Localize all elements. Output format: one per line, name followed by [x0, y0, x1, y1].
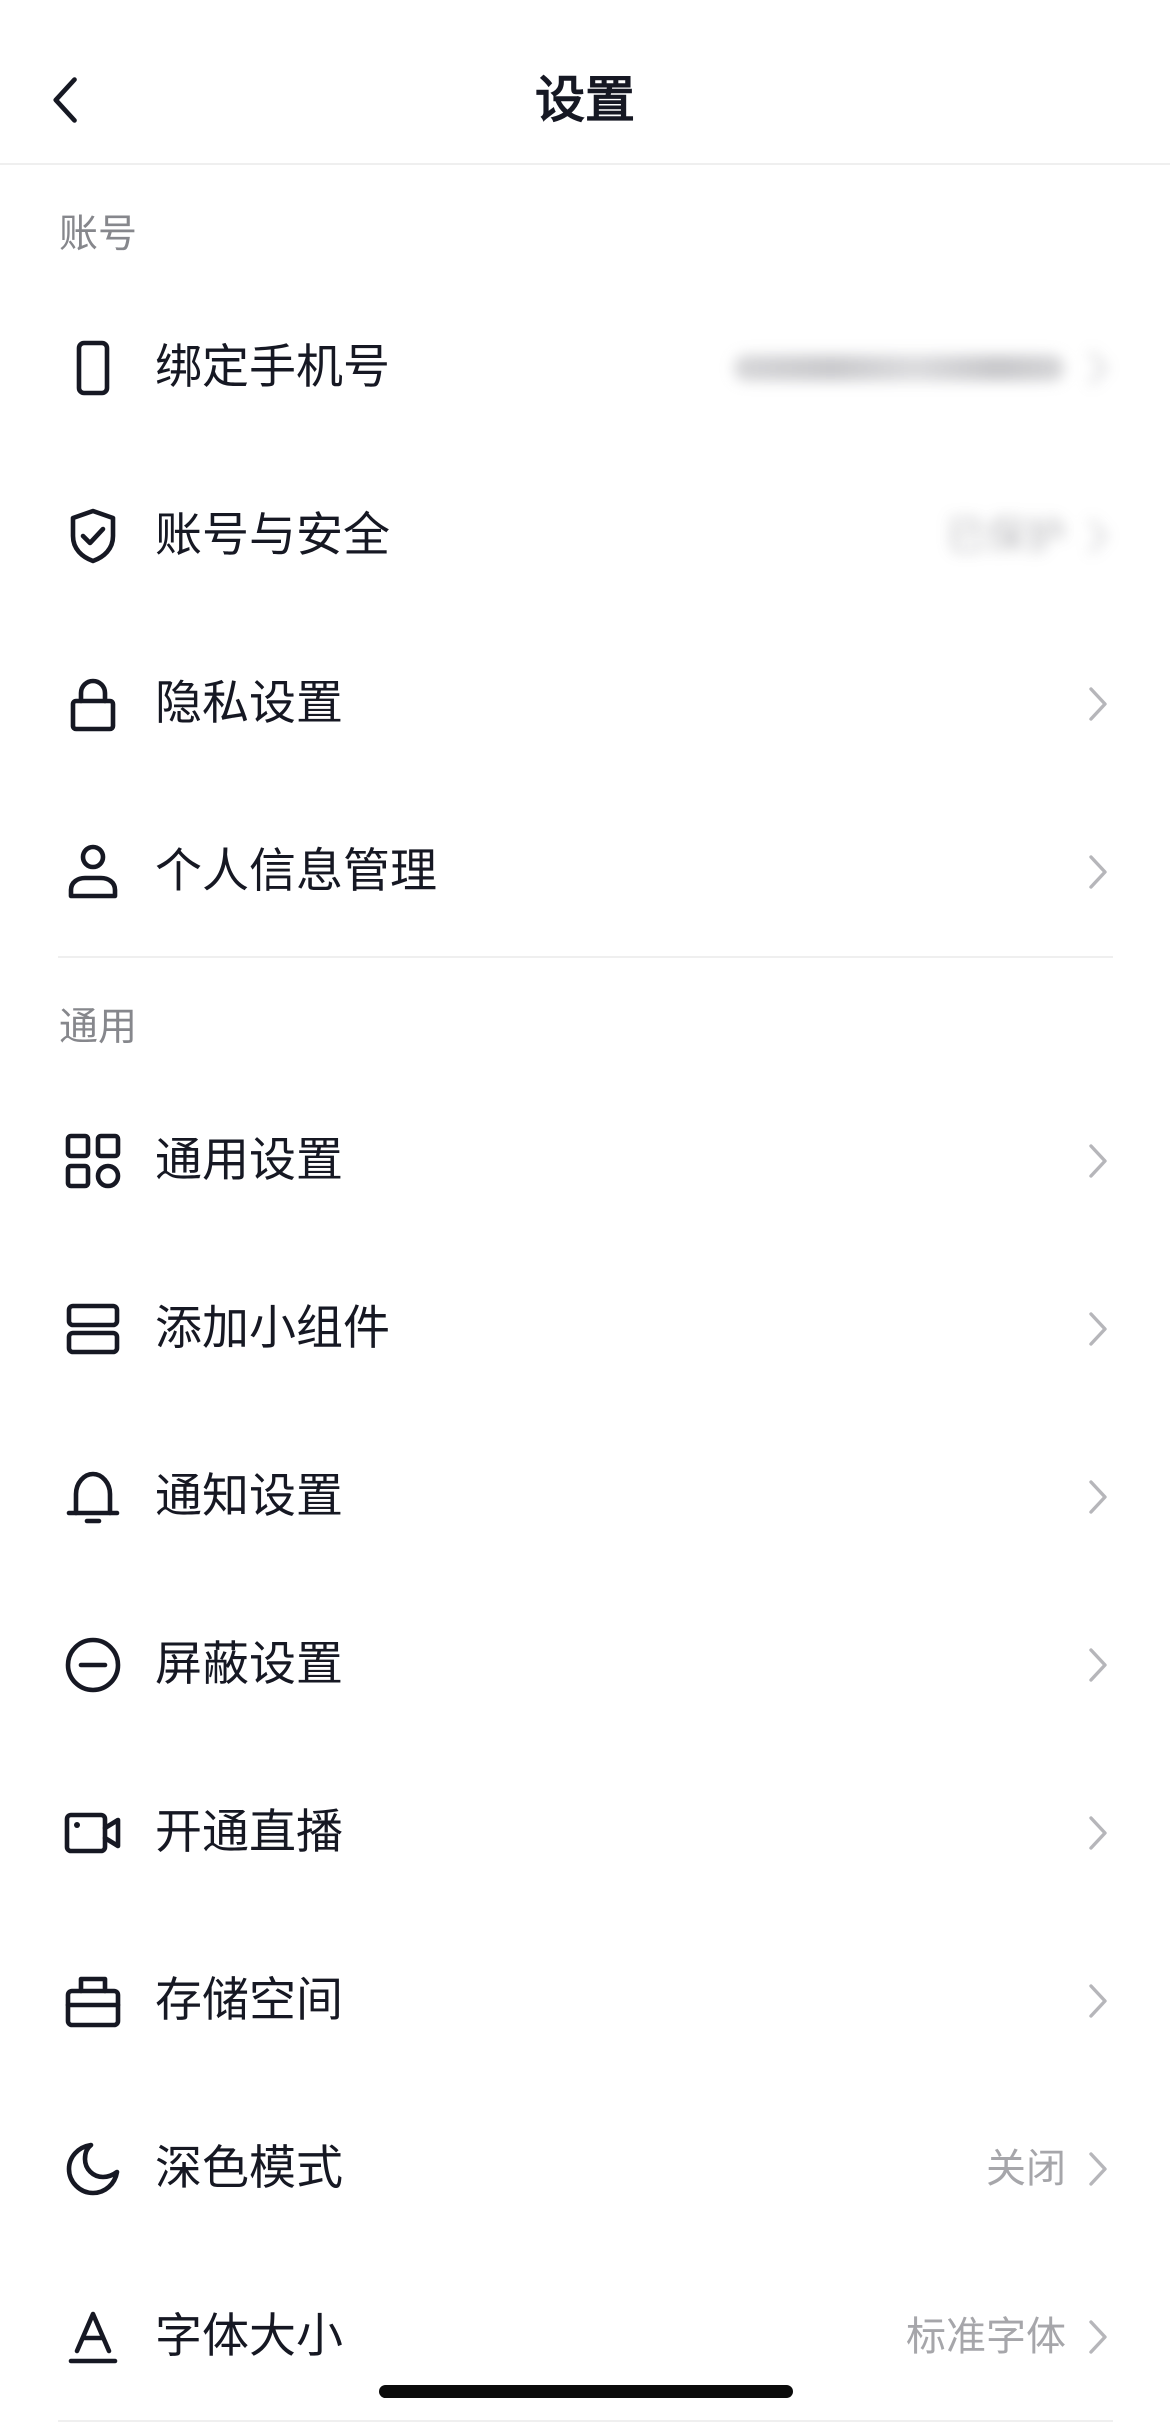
widget-icon [63, 1299, 123, 1359]
row-label: 字体大小 [155, 2309, 343, 2364]
settings-row-bind-phone[interactable]: 绑定手机号 [0, 284, 1170, 452]
settings-row-add-widget[interactable]: 添加小组件 [0, 1245, 1170, 1413]
home-indicator[interactable] [379, 2385, 793, 2398]
font-size-icon [63, 2307, 123, 2367]
row-label: 开通直播 [155, 1805, 343, 1860]
chevron-right-icon [1086, 1477, 1110, 1517]
chevron-right-icon [1086, 852, 1110, 892]
person-icon [63, 842, 123, 902]
settings-row-storage[interactable]: 存储空间 [0, 1917, 1170, 2085]
row-label: 个人信息管理 [155, 844, 437, 899]
section-label-account: 账号 [59, 212, 138, 257]
settings-row-personal-info[interactable]: 个人信息管理 [0, 788, 1170, 956]
row-label: 隐私设置 [155, 676, 343, 731]
settings-row-live[interactable]: 开通直播 [0, 1749, 1170, 1917]
chevron-right-icon [1086, 2149, 1110, 2189]
phone-number-value-blurred [734, 348, 1110, 388]
bottom-divider [58, 2420, 1113, 2422]
row-label: 账号与安全 [155, 508, 390, 563]
lock-icon [63, 674, 123, 734]
row-value: 已保护 [946, 513, 1066, 559]
moon-icon [63, 2139, 123, 2199]
chevron-right-icon [1086, 1981, 1110, 2021]
chevron-right-icon [1086, 1309, 1110, 1349]
row-label: 添加小组件 [155, 1301, 390, 1356]
chevron-right-icon [1086, 684, 1110, 724]
font-size-value: 标准字体 [906, 2314, 1066, 2360]
settings-row-account-security[interactable]: 账号与安全 已保护 [0, 452, 1170, 620]
bell-icon [63, 1467, 123, 1527]
nav-header: 设置 [0, 0, 1170, 165]
storage-box-icon [63, 1971, 123, 2031]
row-label: 屏蔽设置 [155, 1637, 343, 1692]
dark-mode-value: 关闭 [986, 2146, 1066, 2192]
row-label: 通知设置 [155, 1469, 343, 1524]
settings-page: 设置 账号 绑定手机号 账号与安全 已保护 隐私设置 个人信息管理 通用 通用设… [0, 0, 1170, 2425]
chevron-right-icon [1086, 1645, 1110, 1685]
page-title: 设置 [535, 71, 635, 129]
shield-check-icon [63, 506, 123, 566]
row-label: 通用设置 [155, 1133, 343, 1188]
apps-grid-icon [63, 1131, 123, 1191]
minus-circle-icon [63, 1635, 123, 1695]
video-camera-icon [63, 1803, 123, 1863]
section-label-general: 通用 [59, 1005, 138, 1050]
settings-row-dark-mode[interactable]: 深色模式 关闭 [0, 2085, 1170, 2253]
row-label: 深色模式 [155, 2141, 343, 2196]
row-label: 存储空间 [155, 1973, 343, 2028]
row-label: 绑定手机号 [155, 340, 390, 395]
chevron-right-icon [1086, 1141, 1110, 1181]
settings-row-notifications[interactable]: 通知设置 [0, 1413, 1170, 1581]
settings-row-general[interactable]: 通用设置 [0, 1077, 1170, 1245]
chevron-right-icon [1086, 1813, 1110, 1853]
settings-row-block[interactable]: 屏蔽设置 [0, 1581, 1170, 1749]
security-status-blurred: 已保护 [946, 512, 1110, 560]
chevron-right-icon [1086, 2317, 1110, 2357]
settings-row-privacy[interactable]: 隐私设置 [0, 620, 1170, 788]
phone-icon [63, 338, 123, 398]
